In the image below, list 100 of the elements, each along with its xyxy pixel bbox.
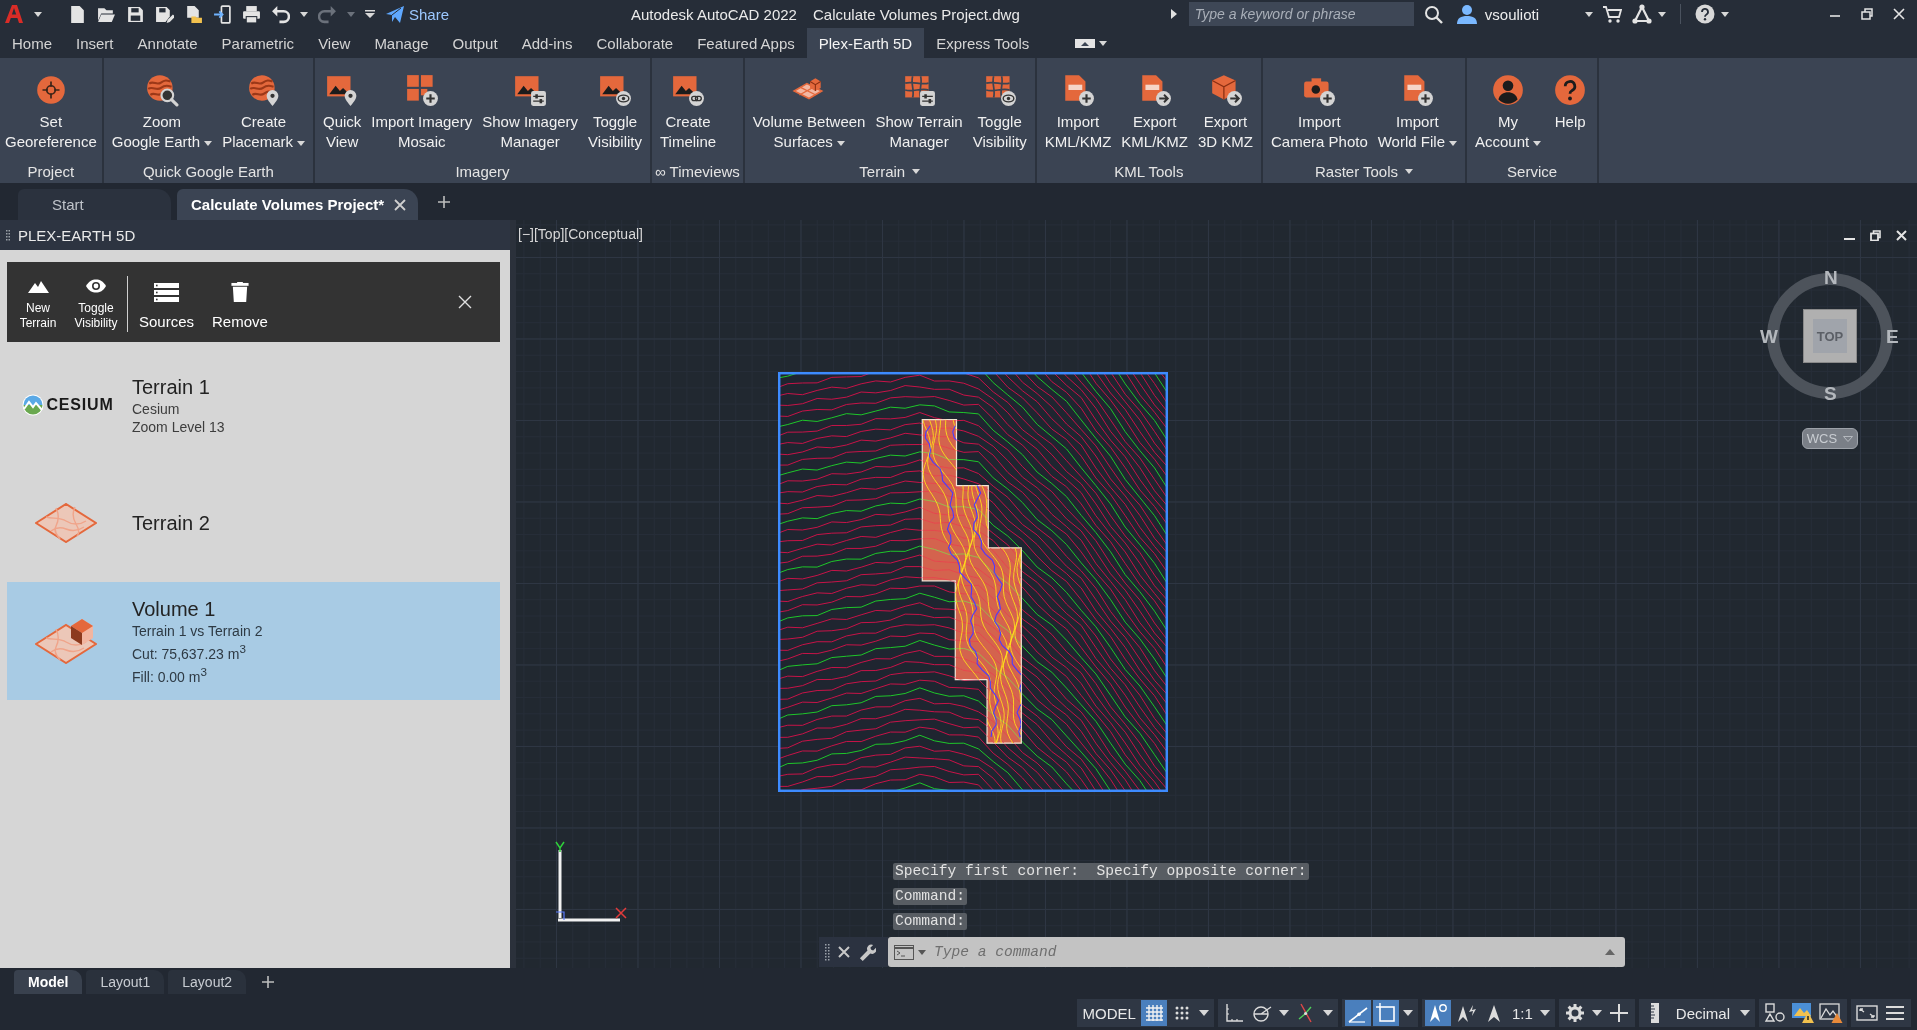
compass-letter[interactable]: W (1760, 327, 1778, 347)
compass-letter[interactable]: E (1886, 327, 1899, 347)
toolbar-button[interactable]: Sources (130, 262, 204, 342)
help-icon[interactable] (1695, 4, 1715, 24)
card-warning-icon[interactable] (1790, 1000, 1816, 1026)
caret-icon[interactable] (1539, 1010, 1550, 1016)
triangle-nodes-icon[interactable] (1632, 4, 1652, 24)
plus-icon[interactable] (438, 195, 451, 208)
grip-icon[interactable] (825, 943, 830, 961)
ribbon-button[interactable]: Create Timeline (655, 58, 722, 152)
ribbon-tab[interactable]: Collaborate (584, 28, 686, 58)
restore-icon[interactable] (1861, 8, 1873, 20)
terminal-icon[interactable] (894, 944, 914, 960)
ribbon-button[interactable]: Quick View (318, 58, 367, 152)
layout-tab[interactable]: Layout2 (168, 970, 247, 994)
compass-letter[interactable]: N (1824, 268, 1838, 288)
ribbon-button[interactable]: Set Georeference (0, 58, 102, 152)
ribbon-tab[interactable]: Insert (64, 28, 126, 58)
ribbon-button[interactable]: Toggle Visibility (967, 58, 1032, 152)
printer-icon[interactable] (242, 4, 261, 24)
close-icon[interactable] (838, 946, 850, 958)
caret-icon[interactable] (1198, 1010, 1209, 1016)
user-name[interactable]: vsoulioti (1484, 5, 1539, 23)
picture-sliders-icon (513, 73, 548, 107)
close-icon[interactable] (458, 295, 472, 309)
compass-letter[interactable]: S (1824, 384, 1837, 404)
panel-toggle-icon[interactable] (1075, 37, 1096, 49)
ribbon-tab[interactable]: Add-ins (509, 28, 585, 58)
ribbon-button[interactable]: Zoom Google Earth (106, 58, 218, 152)
annotation-scale-button[interactable]: 1:1 (1508, 1004, 1536, 1022)
ribbon-button[interactable]: Import KML/KMZ (1039, 58, 1117, 152)
close-icon[interactable] (394, 198, 407, 211)
viewport-controls[interactable]: [−][Top][Conceptual] (518, 226, 643, 242)
caret-icon[interactable] (1591, 1010, 1602, 1016)
person-icon[interactable] (1456, 4, 1477, 24)
save-as-icon[interactable] (155, 4, 174, 24)
layout-tab[interactable]: Layout1 (86, 970, 165, 994)
terrain-list-item[interactable]: Terrain 2 (7, 464, 500, 582)
ribbon-button[interactable]: My Account (1470, 58, 1547, 152)
plus-icon[interactable] (262, 976, 275, 988)
square-icon[interactable] (1372, 1000, 1399, 1026)
search-icon[interactable] (1423, 4, 1443, 24)
ribbon-button[interactable]: Help (1546, 58, 1595, 132)
ribbon-button[interactable]: Export 3D KMZ (1193, 58, 1258, 152)
cart-icon[interactable] (1603, 5, 1622, 23)
app-logo-icon[interactable] (4, 4, 24, 24)
new-file-icon[interactable] (68, 4, 87, 24)
document-tab[interactable]: Calculate Volumes Project* (177, 189, 419, 220)
ribbon-button[interactable]: Create Placemark (217, 58, 310, 152)
ribbon-tab[interactable]: Express Tools (924, 28, 1042, 58)
ribbon-tab[interactable]: Annotate (125, 28, 210, 58)
model-viewport[interactable]: [−][Top][Conceptual] N E S W TOP WCS Specify first corner: Specify opposite corner: Command: Command: Type a command (516, 220, 1917, 968)
graph-warning-icon[interactable] (1818, 1000, 1844, 1026)
customize-caret-icon[interactable] (365, 10, 375, 18)
save-icon[interactable] (126, 4, 145, 24)
caret-icon[interactable] (1402, 1010, 1413, 1016)
toolbar-button[interactable]: Toggle Visibility (67, 262, 125, 342)
search-field[interactable]: Type a keyword or phrase (1188, 2, 1414, 26)
undo-icon[interactable] (271, 4, 290, 24)
close-icon[interactable] (1896, 230, 1907, 241)
list-icon (154, 283, 179, 302)
caret-up-icon[interactable] (1605, 949, 1615, 955)
document-folder-icon[interactable] (184, 4, 203, 24)
terrain-list-item[interactable]: CESIUM Terrain 1 Cesium Zoom Level 13 (7, 346, 500, 464)
ribbon-tab[interactable]: Parametric (209, 28, 307, 58)
layout-tab[interactable]: Model (14, 970, 83, 994)
caret-icon[interactable] (1322, 1010, 1333, 1016)
ribbon-button[interactable]: Show Terrain Manager (870, 58, 968, 152)
panel-title: ∞ Timeviews (655, 162, 740, 180)
toolbar-button[interactable]: New Terrain (9, 262, 67, 342)
grip-icon[interactable] (6, 229, 10, 241)
ribbon-button[interactable]: Show Imagery Manager (477, 58, 584, 152)
share-button[interactable]: Share (385, 4, 450, 24)
ribbon-button[interactable]: Import World File (1372, 58, 1462, 152)
ribbon-button[interactable]: Volume Between Surfaces (747, 58, 871, 152)
ribbon-button[interactable]: Import Imagery Mosaic (366, 58, 478, 152)
ribbon-button[interactable]: Export KML/KMZ (1116, 58, 1193, 152)
caret-icon[interactable] (1278, 1010, 1289, 1016)
picture-link-icon (671, 73, 706, 107)
ribbon-tab[interactable]: Output (440, 28, 510, 58)
restore-icon[interactable] (1870, 230, 1881, 241)
close-icon[interactable] (1893, 8, 1905, 20)
document-tab[interactable]: Start (18, 189, 171, 220)
terrain-list-item[interactable]: Volume 1 Terrain 1 vs Terrain 2 Cut: 75,637.23 m$^{3}$ Fill: 0.00 m$^{3}$ (7, 582, 500, 700)
ribbon-tab[interactable]: Featured Apps (685, 28, 807, 58)
ribbon-tab[interactable]: View (306, 28, 363, 58)
ribbon-tab[interactable]: Home (0, 28, 64, 58)
ribbon-button[interactable]: Import Camera Photo (1266, 58, 1373, 152)
ribbon-button[interactable]: Toggle Visibility (583, 58, 647, 152)
ribbon-tab[interactable]: Plex-Earth 5D (806, 28, 925, 58)
caret-icon[interactable] (1740, 1010, 1750, 1016)
wrench-icon[interactable] (858, 943, 876, 961)
paper-plane-icon (385, 4, 405, 24)
list-item-title: Terrain 2 (132, 511, 210, 536)
command-input[interactable]: Type a command (926, 937, 1595, 967)
arrow-into-phone-icon[interactable] (213, 4, 232, 24)
grid-icon[interactable] (1140, 1000, 1167, 1026)
ribbon-tab[interactable]: Manage (362, 28, 441, 58)
toolbar-button[interactable]: Remove (203, 262, 277, 342)
expand-arrow-icon[interactable] (1170, 9, 1177, 19)
